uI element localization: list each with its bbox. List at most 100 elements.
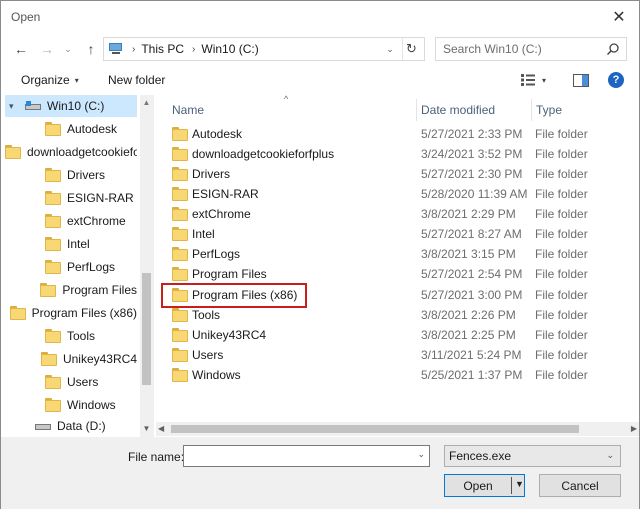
file-name: ESIGN-RAR (192, 187, 259, 201)
help-icon: ? (608, 72, 624, 88)
file-type-filter-select[interactable]: Fences.exe ⌄ (444, 445, 621, 467)
column-header-name[interactable]: Name (172, 99, 412, 121)
back-arrow-icon[interactable]: ← (11, 37, 31, 61)
view-options-button[interactable]: ▾ (521, 67, 557, 93)
breadcrumb-chevron-icon[interactable]: › (132, 44, 135, 55)
scroll-right-arrow-icon[interactable]: ▶ (625, 422, 637, 436)
file-name: extChrome (192, 207, 251, 221)
file-row-unikey43rc4[interactable]: Unikey43RC4 3/8/2021 2:25 PM File folder (162, 325, 632, 345)
scrollbar-thumb[interactable] (171, 425, 579, 433)
file-list[interactable]: ^ Name Date modified Type Autodesk 5/27/… (156, 95, 639, 423)
sidebar-item-program-files[interactable]: Program Files (5, 279, 137, 301)
file-row-program-files-x86[interactable]: Program Files (x86) 5/27/2021 3:00 PM Fi… (162, 285, 632, 305)
scroll-down-arrow-icon[interactable]: ▼ (140, 423, 153, 435)
sidebar-item-tools[interactable]: Tools (5, 325, 137, 347)
sidebar-item-downloadgetcookieforfplus[interactable]: downloadgetcookieforfplus (5, 141, 137, 163)
expand-chevron-icon[interactable]: ▾ (9, 101, 19, 112)
file-type: File folder (535, 328, 588, 342)
open-options-dropdown-icon[interactable]: ▼ (515, 479, 524, 489)
file-row-drivers[interactable]: Drivers 5/27/2021 2:30 PM File folder (162, 164, 632, 184)
file-date: 3/8/2021 2:29 PM (421, 207, 516, 221)
title-bar: Open ✕ (1, 1, 639, 33)
file-row-esign-rar[interactable]: ESIGN-RAR 5/28/2020 11:39 AM File folder (162, 184, 632, 204)
folder-icon (172, 127, 188, 141)
scroll-up-arrow-icon[interactable]: ▲ (140, 97, 153, 109)
sidebar-item-windows[interactable]: Windows (5, 394, 137, 416)
sidebar-item-perflogs[interactable]: PerfLogs (5, 256, 137, 278)
column-header-date-modified[interactable]: Date modified (416, 99, 530, 121)
drive-icon (35, 421, 51, 431)
search-icon[interactable] (606, 42, 620, 56)
sidebar-item-win10-c[interactable]: ▾ Win10 (C:) (5, 95, 137, 117)
sidebar-item-data-d[interactable]: Data (D:) (5, 415, 137, 437)
dialog-footer: File name: ⌄ Fences.exe ⌄ Open ▼ Cancel (1, 437, 639, 509)
view-options-chevron-icon: ▾ (542, 75, 547, 85)
sidebar-item-label: Win10 (C:) (47, 99, 105, 113)
sidebar-item-unikey43rc4[interactable]: Unikey43RC4 (5, 348, 137, 370)
column-header-type[interactable]: Type (531, 99, 631, 121)
up-arrow-icon[interactable]: ↑ (81, 37, 101, 61)
address-dropdown-icon[interactable]: ⌄ (382, 38, 398, 60)
file-row-users[interactable]: Users 3/11/2021 5:24 PM File folder (162, 345, 632, 365)
search-box[interactable] (435, 37, 627, 61)
folder-icon (9, 306, 26, 320)
file-name: Unikey43RC4 (192, 328, 267, 342)
sidebar-item-drivers[interactable]: Drivers (5, 164, 137, 186)
help-button[interactable]: ? (608, 67, 624, 93)
file-name-input[interactable] (184, 446, 404, 466)
refresh-icon[interactable]: ↻ (402, 38, 420, 60)
file-name-combobox[interactable]: ⌄ (183, 445, 430, 467)
breadcrumb-chevron-icon[interactable]: › (192, 44, 195, 55)
pane-divider[interactable] (153, 95, 154, 437)
forward-arrow-icon[interactable]: → (37, 37, 57, 61)
navigation-pane-scrollbar[interactable]: ▲ ▼ (140, 95, 153, 437)
sidebar-item-users[interactable]: Users (5, 371, 137, 393)
sidebar-item-program-files-x86[interactable]: Program Files (x86) (5, 302, 137, 324)
breadcrumb-win10-c[interactable]: Win10 (C:) (201, 42, 258, 56)
folder-icon (40, 352, 57, 366)
preview-pane-button[interactable] (573, 67, 591, 93)
sidebar-item-esign-rar[interactable]: ESIGN-RAR (5, 187, 137, 209)
file-list-horizontal-scrollbar[interactable]: ◀ ▶ (156, 422, 639, 436)
organize-chevron-icon: ▾ (74, 75, 79, 85)
file-date: 3/8/2021 2:26 PM (421, 308, 516, 322)
file-type: File folder (535, 147, 588, 161)
breadcrumb-this-pc[interactable]: This PC (141, 42, 184, 56)
search-input[interactable] (443, 42, 603, 56)
file-name-dropdown-icon[interactable]: ⌄ (417, 449, 425, 460)
file-row-perflogs[interactable]: PerfLogs 3/8/2021 3:15 PM File folder (162, 244, 632, 264)
file-row-autodesk[interactable]: Autodesk 5/27/2021 2:33 PM File folder (162, 124, 632, 144)
new-folder-button[interactable]: New folder (108, 67, 165, 93)
open-button[interactable]: Open ▼ (444, 474, 525, 497)
organize-button[interactable]: Organize ▾ (21, 67, 79, 93)
sidebar-item-autodesk[interactable]: Autodesk (5, 118, 137, 140)
close-button[interactable]: ✕ (607, 5, 631, 29)
address-bar[interactable]: › This PC › Win10 (C:) ⌄ ↻ (103, 37, 425, 61)
file-row-extchrome[interactable]: extChrome 3/8/2021 2:29 PM File folder (162, 204, 632, 224)
folder-icon (172, 368, 188, 382)
file-row-tools[interactable]: Tools 3/8/2021 2:26 PM File folder (162, 305, 632, 325)
file-name: Program Files (192, 267, 267, 281)
file-row-windows[interactable]: Windows 5/25/2021 1:37 PM File folder (162, 365, 632, 385)
sidebar-item-extchrome[interactable]: extChrome (5, 210, 137, 232)
folder-icon (45, 237, 61, 251)
folder-icon (172, 147, 188, 161)
scroll-left-arrow-icon[interactable]: ◀ (158, 422, 170, 436)
file-name: downloadgetcookieforfplus (192, 147, 335, 161)
recent-locations-chevron-icon[interactable]: ⌄ (61, 37, 75, 61)
file-row-intel[interactable]: Intel 5/27/2021 8:27 AM File folder (162, 224, 632, 244)
scrollbar-thumb[interactable] (142, 273, 151, 385)
file-row-downloadgetcookieforfplus[interactable]: downloadgetcookieforfplus 3/24/2021 3:52… (162, 144, 632, 164)
folder-icon (172, 348, 188, 362)
file-type-filter-dropdown-icon[interactable]: ⌄ (606, 450, 614, 461)
file-date: 3/11/2021 5:24 PM (421, 348, 522, 362)
drive-icon (25, 101, 41, 111)
file-date: 5/27/2021 2:54 PM (421, 267, 523, 281)
sidebar-item-intel[interactable]: Intel (5, 233, 137, 255)
folder-icon (172, 167, 188, 181)
file-row-program-files[interactable]: Program Files 5/27/2021 2:54 PM File fol… (162, 264, 632, 284)
folder-icon (172, 207, 188, 221)
navigation-pane[interactable]: ▾ Win10 (C:) Autodesk downloadgetcookief… (5, 95, 153, 437)
folder-icon (45, 214, 61, 228)
cancel-button[interactable]: Cancel (539, 474, 621, 497)
